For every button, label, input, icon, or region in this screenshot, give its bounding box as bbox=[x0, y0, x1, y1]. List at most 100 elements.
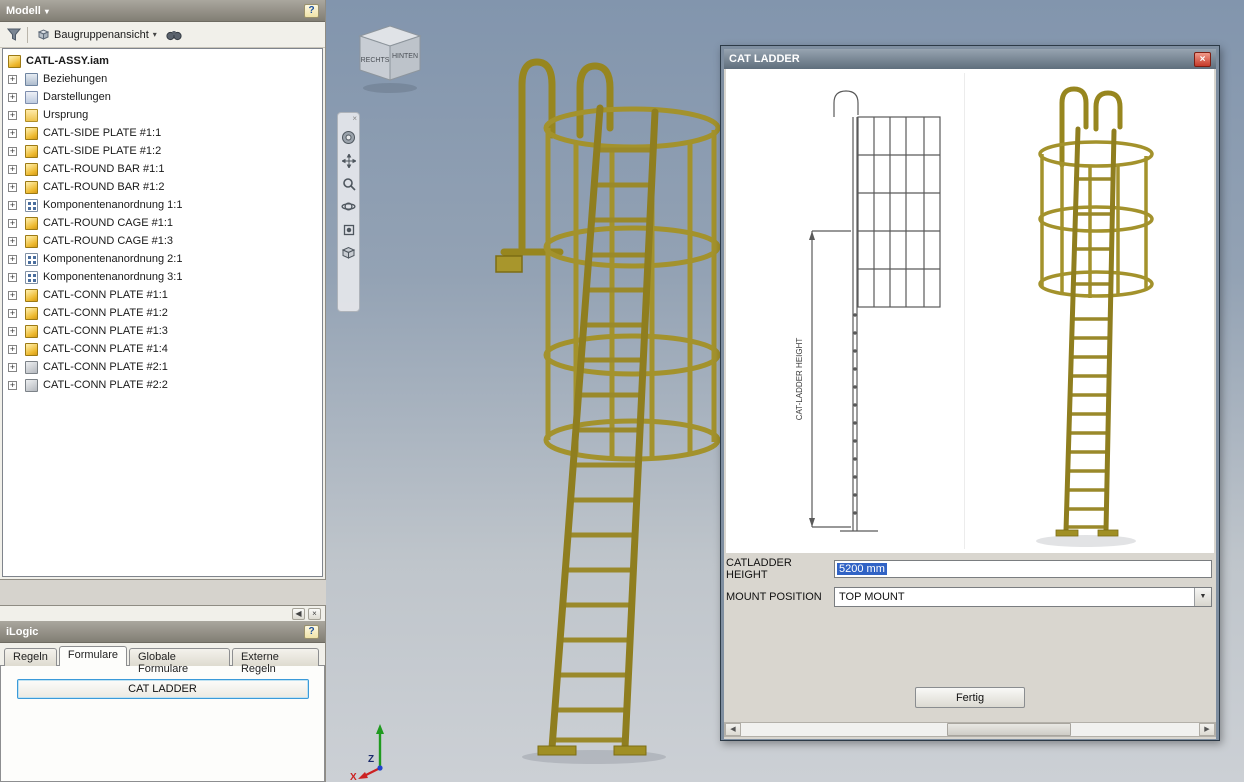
search-binoculars-icon[interactable] bbox=[166, 29, 182, 41]
pan-icon[interactable] bbox=[340, 152, 357, 169]
tree-item[interactable]: + Ursprung bbox=[3, 106, 322, 124]
chevron-down-icon[interactable]: ▾ bbox=[45, 7, 49, 16]
done-button[interactable]: Fertig bbox=[915, 687, 1025, 708]
expand-plus-icon[interactable]: + bbox=[8, 236, 17, 246]
scroll-right-icon[interactable]: ▶ bbox=[1199, 723, 1215, 736]
node-icon bbox=[25, 288, 38, 302]
tree-item[interactable]: + Beziehungen bbox=[3, 70, 322, 88]
zoom-icon[interactable] bbox=[340, 175, 357, 192]
node-icon bbox=[25, 126, 38, 140]
ladder-preview-area: CAT-LADDER HEIGHT bbox=[726, 69, 1214, 553]
expand-plus-icon[interactable]: + bbox=[8, 308, 17, 318]
expand-plus-icon[interactable]: + bbox=[8, 344, 17, 354]
tree-item[interactable]: + Komponentenanordnung 2:1 bbox=[3, 250, 322, 268]
ilogic-panel-header: iLogic ? bbox=[0, 621, 325, 643]
tree-item[interactable]: CATL-ASSY.iam bbox=[3, 52, 322, 70]
expand-plus-icon[interactable]: + bbox=[8, 146, 17, 156]
ilogic-tab[interactable]: Externe Regeln bbox=[231, 648, 319, 675]
scrollbar-thumb[interactable] bbox=[947, 723, 1071, 736]
tree-item[interactable]: + CATL-CONN PLATE #1:2 bbox=[3, 304, 322, 322]
browser-panel-header: Modell ▾ ? bbox=[0, 0, 325, 22]
navbar-close-icon[interactable]: × bbox=[352, 115, 357, 123]
view-cube[interactable]: RECHTS HINTEN bbox=[348, 16, 432, 100]
view-selector[interactable]: Baugruppenansicht ▾ bbox=[34, 27, 160, 42]
filter-funnel-icon[interactable] bbox=[7, 28, 21, 41]
node-label: CATL-ROUND BAR #1:2 bbox=[43, 181, 165, 193]
expand-plus-icon[interactable]: + bbox=[8, 128, 17, 138]
tree-item[interactable]: + CATL-CONN PLATE #1:4 bbox=[3, 340, 322, 358]
look-at-icon[interactable] bbox=[340, 221, 357, 238]
model-browser-panel: Modell ▾ ? Baugruppenansicht ▾ CATL-ASSY… bbox=[0, 0, 326, 580]
tree-item[interactable]: + Komponentenanordnung 3:1 bbox=[3, 268, 322, 286]
tab-label: Regeln bbox=[13, 651, 48, 663]
ilogic-tab[interactable]: Formulare bbox=[58, 646, 127, 666]
ilogic-tab[interactable]: Regeln bbox=[4, 648, 57, 666]
tree-item[interactable]: + CATL-ROUND CAGE #1:1 bbox=[3, 214, 322, 232]
node-icon bbox=[25, 360, 38, 374]
dialog-title: CAT LADDER bbox=[729, 53, 800, 65]
chevron-down-icon: ▾ bbox=[152, 30, 157, 39]
cat-ladder-dialog: CAT LADDER × CAT-LADDER HEIGHT CATLADDER… bbox=[720, 45, 1220, 741]
expand-plus-icon[interactable]: + bbox=[8, 380, 17, 390]
node-label: CATL-SIDE PLATE #1:1 bbox=[43, 127, 162, 139]
scroll-left-icon[interactable]: ◀ bbox=[725, 723, 741, 736]
preview-divider bbox=[964, 73, 965, 549]
view-face-cube-icon[interactable] bbox=[340, 244, 357, 261]
tree-item[interactable]: + CATL-SIDE PLATE #1:2 bbox=[3, 142, 322, 160]
expand-plus-icon[interactable]: + bbox=[8, 182, 17, 192]
ladder-3d-preview bbox=[1036, 86, 1154, 547]
help-icon[interactable]: ? bbox=[304, 624, 319, 639]
expand-plus-icon[interactable]: + bbox=[8, 164, 17, 174]
node-icon bbox=[25, 342, 38, 356]
expand-plus-icon[interactable]: + bbox=[8, 272, 17, 282]
node-label: Komponentenanordnung 1:1 bbox=[43, 199, 183, 211]
mount-position-value: TOP MOUNT bbox=[839, 591, 905, 603]
expand-plus-icon[interactable]: + bbox=[8, 326, 17, 336]
tab-label: Externe Regeln bbox=[240, 651, 279, 675]
node-label: Beziehungen bbox=[43, 73, 108, 85]
tree-item[interactable]: + CATL-CONN PLATE #1:3 bbox=[3, 322, 322, 340]
node-label: Darstellungen bbox=[43, 91, 111, 103]
steering-wheel-icon[interactable] bbox=[340, 129, 357, 146]
tree-item[interactable]: + CATL-ROUND BAR #1:1 bbox=[3, 160, 322, 178]
expand-plus-icon[interactable]: + bbox=[8, 254, 17, 264]
assembly-view-icon bbox=[37, 29, 50, 40]
node-label: CATL-CONN PLATE #2:2 bbox=[43, 379, 168, 391]
orbit-icon[interactable] bbox=[340, 198, 357, 215]
expand-plus-icon[interactable]: + bbox=[8, 362, 17, 372]
node-icon bbox=[25, 72, 38, 86]
tree-item[interactable]: + CATL-ROUND CAGE #1:3 bbox=[3, 232, 322, 250]
tab-label: Formulare bbox=[67, 649, 118, 661]
base-plate bbox=[613, 745, 647, 756]
expand-plus-icon[interactable]: + bbox=[8, 110, 17, 120]
side-plate bbox=[495, 255, 523, 273]
scrollbar-track[interactable] bbox=[741, 723, 1199, 736]
help-icon[interactable]: ? bbox=[304, 3, 319, 18]
dialog-title-bar[interactable]: CAT LADDER × bbox=[724, 49, 1216, 69]
height-input[interactable]: 5200 mm bbox=[834, 560, 1212, 578]
node-icon bbox=[25, 162, 38, 176]
dialog-close-icon[interactable]: × bbox=[1194, 51, 1211, 67]
expand-plus-icon[interactable]: + bbox=[8, 290, 17, 300]
browser-panel-title: Modell bbox=[6, 4, 41, 17]
tree-item[interactable]: + CATL-CONN PLATE #1:1 bbox=[3, 286, 322, 304]
tree-item[interactable]: + Darstellungen bbox=[3, 88, 322, 106]
tree-item[interactable]: + CATL-CONN PLATE #2:1 bbox=[3, 358, 322, 376]
cat-ladder-form-button[interactable]: CAT LADDER bbox=[16, 679, 309, 699]
node-icon bbox=[25, 198, 38, 212]
node-label: CATL-ROUND CAGE #1:1 bbox=[43, 217, 173, 229]
combo-dropdown-icon[interactable]: ▼ bbox=[1194, 588, 1211, 606]
panel-collapse-icon[interactable]: ◀ bbox=[292, 607, 305, 620]
ilogic-tab[interactable]: Globale Formulare bbox=[128, 648, 230, 675]
expand-plus-icon[interactable]: + bbox=[8, 92, 17, 102]
expand-plus-icon[interactable]: + bbox=[8, 74, 17, 84]
tree-item[interactable]: + Komponentenanordnung 1:1 bbox=[3, 196, 322, 214]
expand-plus-icon[interactable]: + bbox=[8, 218, 17, 228]
tree-item[interactable]: + CATL-CONN PLATE #2:2 bbox=[3, 376, 322, 394]
tree-item[interactable]: + CATL-SIDE PLATE #1:1 bbox=[3, 124, 322, 142]
panel-close-icon[interactable]: × bbox=[308, 607, 321, 620]
tree-item[interactable]: + CATL-ROUND BAR #1:2 bbox=[3, 178, 322, 196]
mount-position-select[interactable]: TOP MOUNT ▼ bbox=[834, 587, 1212, 607]
expand-plus-icon[interactable]: + bbox=[8, 200, 17, 210]
ilogic-panel: ◀ × iLogic ? Regeln Formulare Globale Fo… bbox=[0, 605, 326, 782]
